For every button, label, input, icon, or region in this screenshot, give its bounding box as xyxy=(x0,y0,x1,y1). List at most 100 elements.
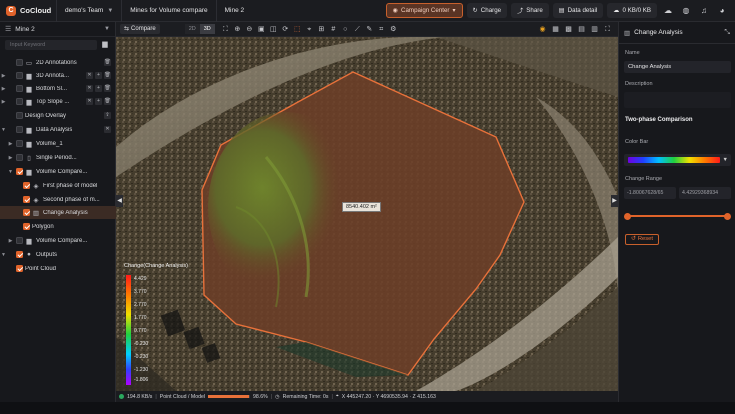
measure-icon[interactable]: ⊞ xyxy=(316,24,327,35)
top-view-icon[interactable]: ◫ xyxy=(268,24,279,35)
name-input[interactable]: Change Analysis xyxy=(624,61,731,73)
add-icon[interactable]: + xyxy=(95,98,102,105)
layer-checkbox[interactable] xyxy=(16,72,23,79)
range-max-handle[interactable] xyxy=(724,212,731,220)
expand-icon[interactable]: ▶ xyxy=(0,86,7,92)
layer-checkbox[interactable] xyxy=(16,168,23,175)
reset-button[interactable]: ↺ Reset xyxy=(625,234,660,245)
zoom-out-icon[interactable]: ⊖ xyxy=(244,24,255,35)
project-selector[interactable]: ☰ Mine 2 ▼ xyxy=(0,22,115,37)
crop-icon[interactable]: ⌗ xyxy=(376,24,387,35)
close-icon[interactable]: ✕ xyxy=(86,85,93,92)
expand-icon[interactable]: ▶ xyxy=(0,73,7,79)
zoom-in-icon[interactable]: ⊕ xyxy=(232,24,243,35)
expand-icon[interactable]: ▶ xyxy=(0,99,7,105)
expand-icon[interactable]: ▶ xyxy=(7,141,14,147)
close-icon[interactable]: ✕ xyxy=(86,72,93,79)
texture-icon[interactable]: ▦ xyxy=(550,24,561,35)
rotate-icon[interactable]: ⟳ xyxy=(280,24,291,35)
share-button[interactable]: ⤴ Share xyxy=(511,3,549,18)
mode-3d-button[interactable]: 3D xyxy=(199,24,215,34)
layer-checkbox[interactable] xyxy=(16,126,23,133)
layer-checkbox[interactable] xyxy=(23,209,30,216)
layer-checkbox[interactable] xyxy=(23,196,30,203)
upload-icon[interactable]: ⇪ xyxy=(104,112,111,119)
breadcrumb-team[interactable]: demo's Team ▼ xyxy=(56,0,121,22)
close-icon[interactable]: ✕ xyxy=(104,126,111,133)
tree-item-first-phase[interactable]: ◈ First phase of model xyxy=(0,179,116,192)
close-icon[interactable]: ✕ xyxy=(86,98,93,105)
layer-checkbox[interactable] xyxy=(16,154,23,161)
change-range-slider[interactable] xyxy=(624,212,731,220)
breadcrumb-mine[interactable]: Mine 2 xyxy=(215,0,253,22)
delete-icon[interactable]: 🗑 xyxy=(104,59,111,66)
3d-viewport[interactable]: 8540.402 m² Change(Change Analysis) 4.42… xyxy=(116,37,618,391)
fullscreen-icon[interactable]: ⛶ xyxy=(602,24,613,35)
user-avatar-icon[interactable]: ◕ xyxy=(715,4,729,18)
circle-icon[interactable]: ○ xyxy=(340,24,351,35)
tree-item-bottom-slope[interactable]: ▶ ▆ Bottom Sl... ✕ + 🗑 xyxy=(0,82,116,95)
delete-icon[interactable]: 🗑 xyxy=(104,98,111,105)
collapse-icon[interactable]: ⤡ xyxy=(724,29,730,37)
layer-checkbox[interactable] xyxy=(16,98,23,105)
quality-icon[interactable]: ▥ xyxy=(589,24,600,35)
tree-item-polygon[interactable]: Polygon xyxy=(0,220,116,233)
location-icon[interactable]: ⌖ xyxy=(304,24,315,35)
expand-icon[interactable]: ▼ xyxy=(0,127,7,133)
app-logo[interactable]: C CoCloud xyxy=(6,5,56,16)
tree-item-single-period[interactable]: ▶ ▯ Single Period... xyxy=(0,151,116,164)
layer-checkbox[interactable] xyxy=(23,223,30,230)
tree-item-volume-1[interactable]: ▶ ▆ Volume_1 xyxy=(0,137,116,150)
tree-item-top-slope[interactable]: ▶ ▆ Top Slope ... ✕ + 🗑 xyxy=(0,95,116,108)
collapse-left-panel-icon[interactable]: ◀ xyxy=(116,195,123,207)
collapse-right-panel-icon[interactable]: ▶ xyxy=(611,195,618,207)
data-detail-button[interactable]: ▤ Data detail xyxy=(552,3,604,18)
tree-item-second-phase[interactable]: ◈ Second phase of m... xyxy=(0,193,116,206)
tree-item-point-cloud[interactable]: Point Cloud xyxy=(0,262,116,275)
expand-icon[interactable]: ▼ xyxy=(7,169,14,175)
expand-icon[interactable]: ▶ xyxy=(7,155,14,161)
notification-icon[interactable]: ♫ xyxy=(697,4,711,18)
charge-button[interactable]: ↻ Charge xyxy=(466,3,508,18)
layer-checkbox[interactable] xyxy=(16,265,23,272)
description-input[interactable] xyxy=(624,92,731,108)
delete-icon[interactable]: 🗑 xyxy=(104,72,111,79)
expand-icon[interactable]: ▶ xyxy=(7,238,14,244)
tree-item-volume-compare-2[interactable]: ▶ ▆ Volume Compare... xyxy=(0,234,116,247)
add-icon[interactable]: + xyxy=(95,72,102,79)
add-icon[interactable]: + xyxy=(95,85,102,92)
mode-2d-button[interactable]: 2D xyxy=(184,24,200,34)
draw-line-icon[interactable]: ⟋ xyxy=(352,24,363,35)
color-mode-icon[interactable]: ◉ xyxy=(537,24,548,35)
select-icon[interactable]: ⬚ xyxy=(292,24,303,35)
globe-icon[interactable]: ◍ xyxy=(679,4,693,18)
storage-indicator[interactable]: ☁ 0 KB/0 KB xyxy=(607,3,657,18)
color-bar-select[interactable]: ▼ xyxy=(624,154,731,166)
layer-checkbox[interactable] xyxy=(16,140,23,147)
delete-icon[interactable]: 🗑 xyxy=(104,85,111,92)
fit-view-icon[interactable]: ⛶ xyxy=(220,24,231,35)
layer-checkbox[interactable] xyxy=(16,59,23,66)
settings-icon[interactable]: ⚙ xyxy=(388,24,399,35)
tree-item-data-analysis[interactable]: ▼ ▆ Data Analysis ✕ xyxy=(0,123,116,136)
layers-icon[interactable]: ▤ xyxy=(576,24,587,35)
layer-search-input[interactable]: Input Keyword xyxy=(5,40,97,50)
layer-checkbox[interactable] xyxy=(16,237,23,244)
pen-icon[interactable]: ✎ xyxy=(364,24,375,35)
range-min-handle[interactable] xyxy=(624,212,631,220)
layer-checkbox[interactable] xyxy=(16,112,23,119)
tree-item-2d-annotations[interactable]: ▭ 2D Annotations 🗑 xyxy=(0,56,116,69)
range-max-input[interactable]: 4.42929368934 xyxy=(679,187,731,199)
compare-button[interactable]: ⇆ Compare xyxy=(120,24,160,34)
grid-icon[interactable]: # xyxy=(328,24,339,35)
tree-item-design-overlay[interactable]: Design Overlay ⇪ xyxy=(0,109,116,122)
tree-item-3d-annotations[interactable]: ▶ ▆ 3D Annota... ✕ + 🗑 xyxy=(0,69,116,82)
campaign-center-button[interactable]: ◉ Campaign Center ▾ xyxy=(385,3,463,18)
breadcrumb-project[interactable]: Mines for Volume compare xyxy=(121,0,215,22)
expand-icon[interactable]: ▼ xyxy=(0,252,7,258)
tree-item-volume-compare[interactable]: ▼ ▆ Volume Compare... xyxy=(0,165,116,178)
point-size-icon[interactable]: ▩ xyxy=(563,24,574,35)
tree-item-change-analysis[interactable]: ▥ Change Analysis xyxy=(0,206,116,219)
cloud-icon[interactable]: ☁ xyxy=(661,4,675,18)
tree-item-outputs[interactable]: ▼ ● Outputs xyxy=(0,248,116,261)
